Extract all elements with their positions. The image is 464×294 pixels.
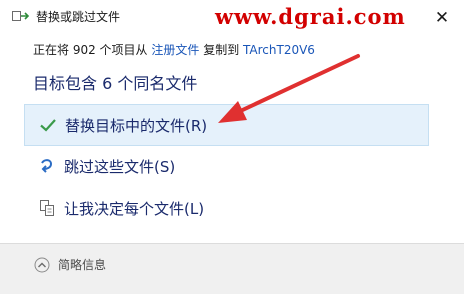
destination-folder-link[interactable]: TArchT20V6 xyxy=(243,43,315,57)
title-bar: 替换或跳过文件 www.dgrai.com ✕ xyxy=(0,0,464,32)
details-toggle[interactable]: 简略信息 xyxy=(34,256,106,273)
copy-info-middle: 复制到 xyxy=(199,43,244,57)
source-folder-link[interactable]: 注册文件 xyxy=(151,43,199,57)
decide-each-file-label: 让我决定每个文件(L) xyxy=(64,199,205,218)
window-title: 替换或跳过文件 xyxy=(36,10,121,24)
compare-files-icon xyxy=(40,200,54,216)
copy-info-line: 正在将 902 个项目从 注册文件 复制到 TArchT20V6 xyxy=(33,41,315,58)
skip-files-option[interactable]: 跳过这些文件(S) xyxy=(24,145,429,187)
copy-info-prefix: 正在将 902 个项目从 xyxy=(33,43,152,57)
conflict-heading: 目标包含 6 个同名文件 xyxy=(33,74,198,93)
watermark-text: www.dgrai.com xyxy=(215,4,406,29)
copy-transfer-icon xyxy=(12,11,30,21)
chevron-up-icon xyxy=(34,257,50,272)
close-button[interactable]: ✕ xyxy=(430,6,454,30)
decide-each-file-option[interactable]: 让我决定每个文件(L) xyxy=(24,187,429,229)
replace-files-label: 替换目标中的文件(R) xyxy=(65,116,208,135)
skip-files-label: 跳过这些文件(S) xyxy=(64,157,176,176)
skip-arrow-icon xyxy=(41,159,53,173)
details-toggle-label: 简略信息 xyxy=(58,258,107,272)
checkmark-icon xyxy=(40,119,56,132)
replace-files-option[interactable]: 替换目标中的文件(R) xyxy=(24,104,429,146)
